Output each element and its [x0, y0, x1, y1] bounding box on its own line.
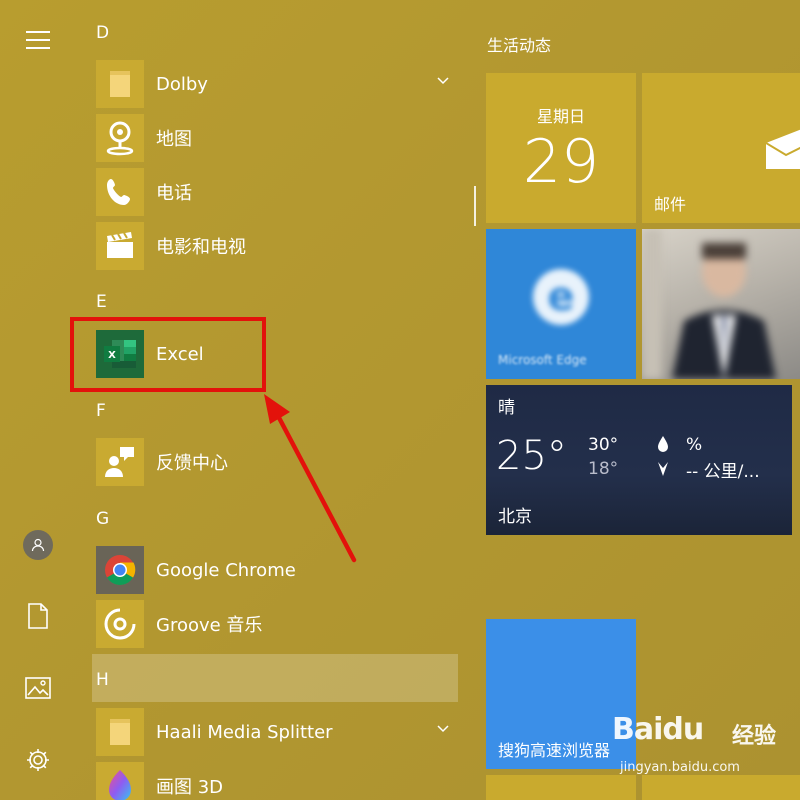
watermark-brand: Baidu [612, 712, 704, 747]
watermark-url: jingyan.baidu.com [620, 760, 740, 775]
baidu-watermark: Baidu 经验 jingyan.baidu.com [612, 712, 792, 782]
start-menu: D Dolby 地图 电话 电影和电视 E X Excel F 反馈中心 G G… [0, 0, 800, 800]
annotation-arrow [264, 394, 357, 563]
watermark-cn: 经验 [732, 724, 777, 749]
